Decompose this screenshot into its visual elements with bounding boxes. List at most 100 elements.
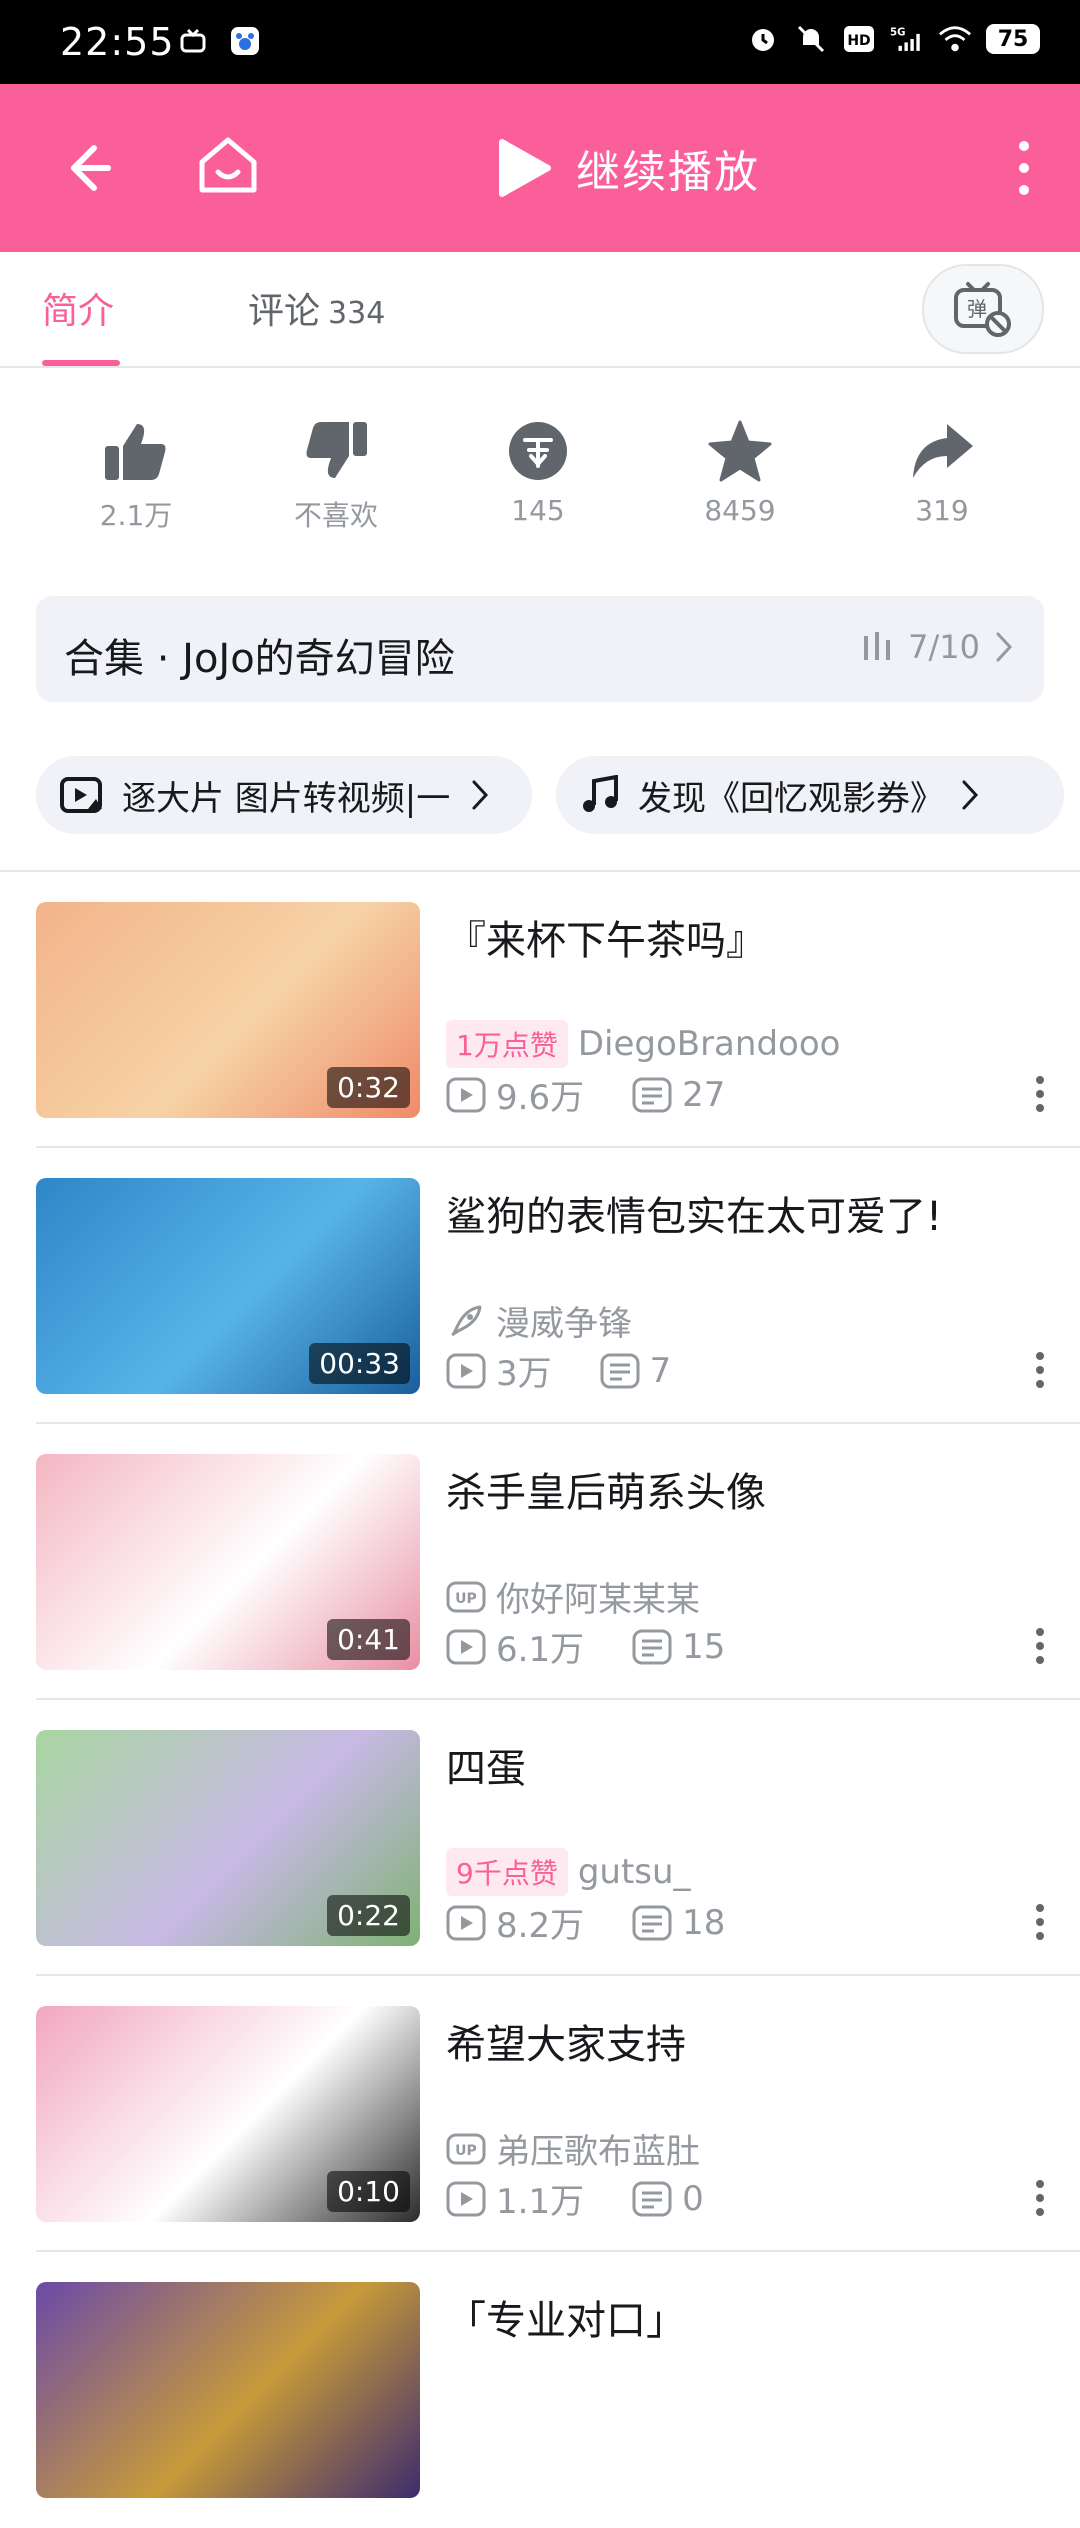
video-thumbnail[interactable]: 0:41 [36, 1454, 420, 1670]
video-list-item[interactable]: 「专业对口」 [0, 2252, 1080, 2528]
comment-count: 27 [682, 1074, 726, 1115]
wifi-icon [938, 22, 972, 56]
tab-comments-label: 评论 [248, 291, 321, 332]
up-icon: UP [446, 2133, 486, 2164]
like-button[interactable]: 2.1万 [36, 420, 236, 534]
video-author[interactable]: 弟压歌布蓝肚 [496, 2124, 700, 2173]
share-button[interactable]: 319 [842, 420, 1042, 527]
video-author[interactable]: 你好阿某某某 [496, 1572, 700, 1621]
home-button[interactable] [190, 128, 266, 204]
music-note-icon [583, 775, 618, 812]
video-title: 『来杯下午茶吗』 [446, 918, 766, 964]
video-list-item[interactable]: 00:33 鲨狗的表情包实在太可爱了! 漫威争锋 3万 7 [0, 1148, 1080, 1424]
play-count-icon [446, 1905, 486, 1940]
likes-badge: 9千点赞 [446, 1848, 568, 1896]
tag-text: 发现《回忆观影券》 [638, 778, 944, 819]
continue-play-label: 继续播放 [576, 147, 760, 198]
play-count-icon [446, 1077, 486, 1112]
hd-icon: HD [842, 22, 876, 56]
tab-comments-count: 334 [328, 296, 386, 331]
back-button[interactable] [52, 134, 120, 202]
more-vertical-icon [1036, 1076, 1044, 1112]
dislike-button[interactable]: 不喜欢 [236, 420, 436, 534]
rocket-icon [451, 1305, 482, 1336]
more-vertical-icon [1036, 1352, 1044, 1388]
collection-banner[interactable]: 合集 · JoJo的奇幻冒险 7/10 [36, 596, 1044, 702]
svg-text:UP: UP [455, 1591, 477, 1607]
video-list-item[interactable]: 0:41 杀手皇后萌系头像 UP 你好阿某某某 6.1万 15 [0, 1424, 1080, 1700]
view-count: 1.1万 [496, 2182, 585, 2222]
video-duration: 0:22 [327, 1895, 410, 1936]
video-title: 四蛋 [446, 1746, 526, 1792]
tab-comments[interactable]: 评论 334 [248, 282, 385, 334]
home-icon [199, 137, 257, 193]
up-icon: UP [446, 1581, 486, 1612]
tab-intro[interactable]: 简介 [42, 282, 114, 334]
coin-button[interactable]: 145 [438, 420, 638, 527]
detail-tabs: 简介 评论 334 弹 [0, 252, 1080, 368]
tag-pill-image-to-video[interactable]: 逐大片 图片转视频|一 [36, 756, 532, 834]
video-author[interactable]: gutsu_ [578, 1852, 691, 1892]
comment-count-icon [632, 1077, 672, 1112]
collection-title: 合集 · JoJo的奇幻冒险 [64, 636, 455, 682]
likes-badge: 1万点赞 [446, 1020, 568, 1068]
tag-row: 逐大片 图片转视频|一 发现《回忆观影券》 [36, 756, 1080, 834]
more-options-button[interactable] [1028, 1898, 1052, 1946]
video-thumbnail[interactable]: 00:33 [36, 1178, 420, 1394]
video-duration: 0:32 [327, 1067, 410, 1108]
more-vertical-icon [1036, 1628, 1044, 1664]
video-duration: 00:33 [309, 1343, 410, 1384]
status-time: 22:55 [60, 20, 175, 64]
svg-text:UP: UP [455, 2143, 477, 2159]
more-vertical-icon [1019, 141, 1029, 195]
paw-app-icon [228, 24, 262, 58]
favorite-count: 8459 [704, 494, 776, 527]
video-thumbnail[interactable]: 0:32 [36, 902, 420, 1118]
more-options-button[interactable] [1028, 2174, 1052, 2222]
chevron-right-icon [996, 632, 1013, 662]
status-bar: 22:55 HD 5G 75 [0, 0, 1080, 84]
continue-play-button[interactable]: 继续播放 [494, 124, 760, 212]
more-menu-button[interactable] [994, 130, 1054, 206]
tag-pill-memory-ticket[interactable]: 发现《回忆观影券》 [556, 756, 1064, 834]
active-tab-indicator [42, 360, 120, 366]
play-count-icon [446, 1629, 486, 1664]
tv-icon [176, 24, 210, 58]
video-author[interactable]: 漫威争锋 [496, 1296, 632, 1345]
favorite-button[interactable]: 8459 [640, 420, 840, 527]
video-list-item[interactable]: 0:10 希望大家支持 UP 弟压歌布蓝肚 1.1万 0 [0, 1976, 1080, 2252]
view-count: 3万 [496, 1354, 552, 1394]
thumb-up-icon [105, 424, 166, 480]
video-list-item[interactable]: 0:32 『来杯下午茶吗』 1万点赞 DiegoBrandooo 9.6万 27 [0, 872, 1080, 1148]
coin-icon [509, 422, 567, 480]
view-count: 8.2万 [496, 1906, 585, 1946]
video-thumbnail[interactable]: 0:10 [36, 2006, 420, 2222]
more-options-button[interactable] [1028, 1070, 1052, 1118]
danmaku-toggle-button[interactable]: 弹 [922, 264, 1044, 354]
svg-text:弹: 弹 [967, 297, 987, 321]
signal-5g-icon: 5G [890, 22, 924, 56]
play-count-icon [446, 1353, 486, 1388]
top-bar: 继续播放 [0, 84, 1080, 252]
video-author[interactable]: DiegoBrandooo [578, 1024, 841, 1064]
comment-count-icon [632, 2181, 672, 2216]
video-duration: 0:41 [327, 1619, 410, 1660]
bars-icon [864, 632, 891, 660]
action-bar: 2.1万 不喜欢 145 8459 319 [0, 420, 1080, 560]
share-count: 319 [915, 494, 969, 527]
battery-indicator: 75 [986, 24, 1040, 54]
svg-text:5G: 5G [890, 28, 905, 39]
thumb-down-icon [306, 422, 367, 478]
more-options-button[interactable] [1028, 1622, 1052, 1670]
tag-text: 逐大片 图片转视频|一 [122, 778, 451, 819]
comment-count-icon [600, 1353, 640, 1388]
video-thumbnail[interactable]: 0:22 [36, 1730, 420, 1946]
more-vertical-icon [1036, 1904, 1044, 1940]
comment-count: 0 [682, 2178, 704, 2219]
coin-count: 145 [511, 494, 565, 527]
video-thumbnail[interactable] [36, 2282, 420, 2498]
video-list-item[interactable]: 0:22 四蛋 9千点赞 gutsu_ 8.2万 18 [0, 1700, 1080, 1976]
alarm-icon [746, 22, 780, 56]
more-options-button[interactable] [1028, 1346, 1052, 1394]
video-image-icon [60, 777, 102, 813]
